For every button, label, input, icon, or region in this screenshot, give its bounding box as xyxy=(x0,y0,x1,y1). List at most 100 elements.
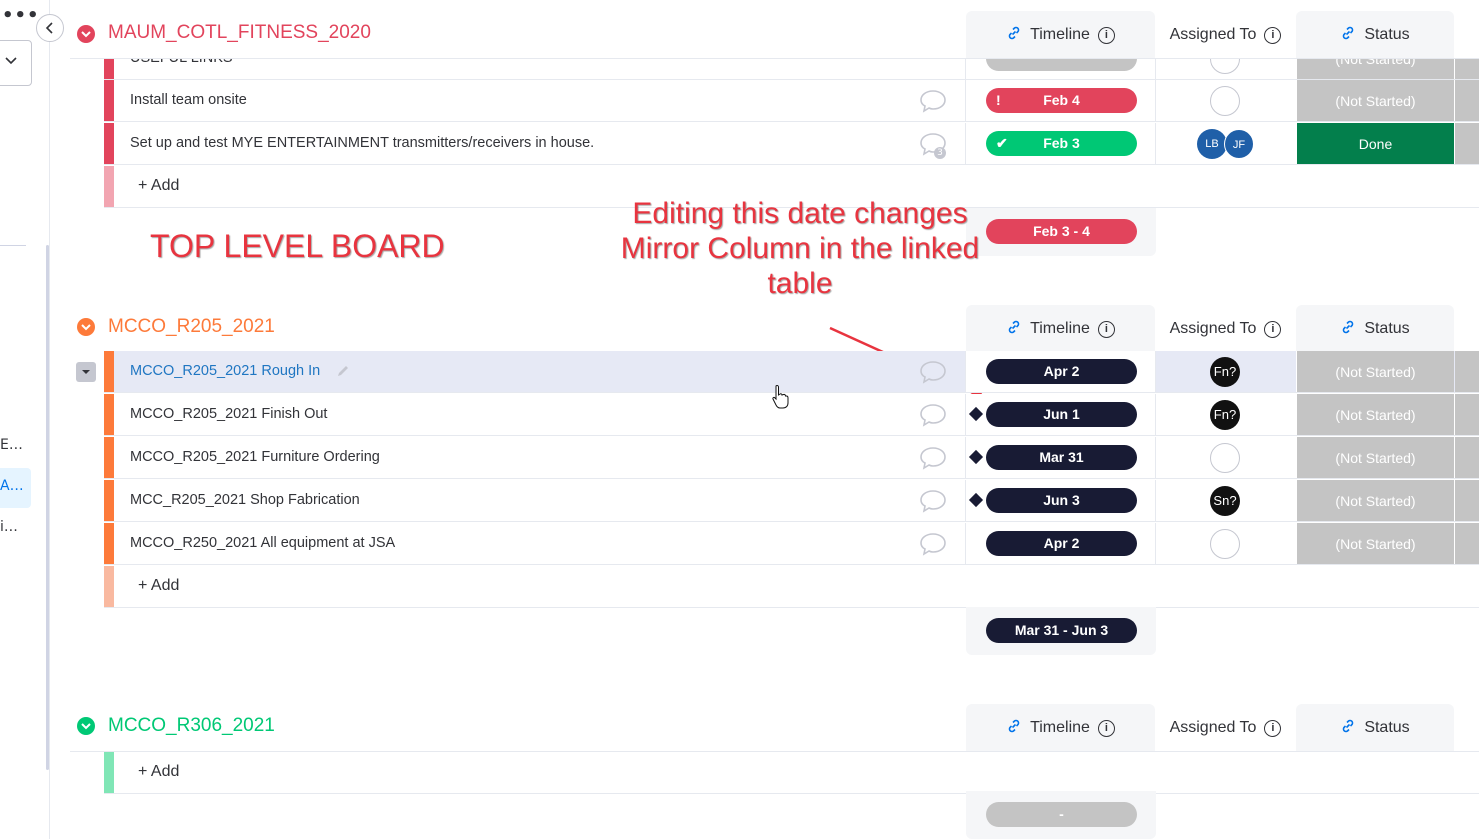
more-options-icon[interactable]: ••• xyxy=(2,5,40,26)
add-item-row[interactable]: + Add xyxy=(104,566,1479,608)
timeline-pill[interactable]: ✔ Feb 3 xyxy=(986,131,1137,156)
info-icon[interactable]: i xyxy=(1264,719,1282,737)
link-icon xyxy=(1006,319,1022,340)
pencil-icon[interactable] xyxy=(336,364,350,378)
status-cell[interactable]: (Not Started) xyxy=(1296,437,1454,478)
column-label: Timeline xyxy=(1030,320,1090,337)
table-row[interactable]: MCCO_R205_2021 Finish Out Jun 1 Fn? (Not… xyxy=(104,394,1479,436)
table-row[interactable]: MCC_R205_2021 Shop Fabrication Jun 3 Sn?… xyxy=(104,480,1479,522)
avatar[interactable]: Fn? xyxy=(1210,400,1240,430)
item-name[interactable]: MCCO_R205_2021 Furniture Ordering xyxy=(130,449,380,465)
assigned-cell[interactable] xyxy=(1155,80,1296,121)
sidebar-scrollbar[interactable] xyxy=(46,245,49,770)
group-toggle-icon[interactable] xyxy=(77,25,95,43)
avatar[interactable]: JF xyxy=(1224,129,1254,159)
timeline-pill[interactable]: Jun 1 xyxy=(986,402,1137,427)
sidebar-item[interactable]: E… xyxy=(0,437,23,453)
timeline-pill[interactable]: Mar 31 xyxy=(986,445,1137,470)
timeline-pill[interactable]: Apr 2 xyxy=(986,359,1137,384)
timeline-cell[interactable]: Jun 1 xyxy=(965,394,1155,435)
expand-subitems-button[interactable] xyxy=(76,362,96,382)
group-title[interactable]: MAUM_COTL_FITNESS_2020 xyxy=(108,22,371,44)
add-item-button[interactable]: + Add xyxy=(138,177,179,195)
group-title[interactable]: MCCO_R205_2021 xyxy=(108,316,275,338)
group-title[interactable]: MCCO_R306_2021 xyxy=(108,715,275,737)
info-icon[interactable]: i xyxy=(1264,320,1282,338)
assigned-cell[interactable]: Fn? xyxy=(1155,394,1296,435)
timeline-cell[interactable]: Mar 31 xyxy=(965,437,1155,478)
avatar[interactable]: Fn? xyxy=(1210,357,1240,387)
header-divider xyxy=(70,58,1479,59)
info-icon[interactable]: i xyxy=(1097,26,1115,44)
assigned-cell[interactable]: Sn? xyxy=(1155,480,1296,521)
status-cell[interactable]: (Not Started) xyxy=(1296,394,1454,435)
assigned-cell[interactable] xyxy=(1155,437,1296,478)
row-color-bar xyxy=(104,566,114,607)
column-header-assigned[interactable]: Assigned To i xyxy=(1156,11,1295,59)
timeline-pill[interactable]: Jun 3 xyxy=(986,488,1137,513)
link-icon xyxy=(1006,718,1022,739)
timeline-pill[interactable]: ! Feb 4 xyxy=(986,88,1137,113)
column-header-timeline[interactable]: Timeline i xyxy=(966,305,1155,353)
timeline-cell[interactable]: Apr 2 xyxy=(965,523,1155,564)
info-icon[interactable]: i xyxy=(1097,320,1115,338)
table-row[interactable]: MCCO_R205_2021 Rough In Apr 2 Fn? (Not S… xyxy=(104,351,1479,393)
comment-icon[interactable] xyxy=(918,446,948,470)
timeline-cell[interactable]: ! Feb 4 xyxy=(965,80,1155,121)
column-header-assigned[interactable]: Assigned To i xyxy=(1156,704,1295,752)
extra-cell xyxy=(1455,437,1479,478)
avatar[interactable]: LB xyxy=(1197,129,1227,159)
table-row[interactable]: Set up and test MYE ENTERTAINMENT transm… xyxy=(104,123,1479,165)
comment-icon[interactable] xyxy=(918,489,948,513)
group-toggle-icon[interactable] xyxy=(77,318,95,336)
group-toggle-icon[interactable] xyxy=(77,717,95,735)
column-header-timeline[interactable]: Timeline i xyxy=(966,11,1155,59)
item-name[interactable]: MCCO_R250_2021 All equipment at JSA xyxy=(130,535,395,551)
column-header-status[interactable]: Status xyxy=(1296,11,1454,59)
item-name[interactable]: Install team onsite xyxy=(130,92,247,108)
add-item-button[interactable]: + Add xyxy=(138,763,179,781)
column-header-status[interactable]: Status xyxy=(1296,704,1454,752)
table-row[interactable]: MCCO_R205_2021 Furniture Ordering Mar 31… xyxy=(104,437,1479,479)
status-cell[interactable]: (Not Started) xyxy=(1296,523,1454,564)
comment-icon[interactable] xyxy=(918,532,948,556)
column-label: Timeline xyxy=(1030,719,1090,736)
info-icon[interactable]: i xyxy=(1097,719,1115,737)
comment-icon[interactable] xyxy=(918,403,948,427)
comment-icon[interactable]: 3 xyxy=(918,132,948,159)
sidebar-divider xyxy=(0,245,26,246)
add-item-button[interactable]: + Add xyxy=(138,577,179,595)
timeline-cell[interactable]: ✔ Feb 3 xyxy=(965,123,1155,164)
item-name[interactable]: Set up and test MYE ENTERTAINMENT transm… xyxy=(130,135,594,151)
timeline-cell[interactable]: Apr 2 xyxy=(965,351,1155,392)
status-cell[interactable]: (Not Started) xyxy=(1296,480,1454,521)
comment-icon[interactable] xyxy=(918,360,948,384)
add-item-row[interactable]: + Add xyxy=(104,752,1479,794)
table-row[interactable]: MCCO_R250_2021 All equipment at JSA Apr … xyxy=(104,523,1479,565)
timeline-cell[interactable]: Jun 3 xyxy=(965,480,1155,521)
sidebar-item[interactable]: i… xyxy=(0,519,18,535)
comment-icon[interactable] xyxy=(918,89,948,113)
assigned-cell[interactable]: Fn? xyxy=(1155,351,1296,392)
timeline-pill[interactable]: Apr 2 xyxy=(986,531,1137,556)
status-cell[interactable]: (Not Started) xyxy=(1296,351,1454,392)
sidebar-item-active[interactable]: A… xyxy=(0,468,31,508)
annotation-top-level: TOP LEVEL BOARD xyxy=(150,228,445,264)
assigned-cell[interactable]: LB JF xyxy=(1155,123,1296,164)
item-name[interactable]: MCCO_R205_2021 Rough In xyxy=(130,363,320,379)
column-header-status[interactable]: Status xyxy=(1296,305,1454,353)
item-name[interactable]: MCC_R205_2021 Shop Fabrication xyxy=(130,492,360,508)
column-header-assigned[interactable]: Assigned To i xyxy=(1156,305,1295,353)
workspace-dropdown[interactable] xyxy=(0,40,32,86)
item-name[interactable]: MCCO_R205_2021 Finish Out xyxy=(130,406,327,422)
row-color-bar xyxy=(104,80,114,121)
link-icon xyxy=(1006,25,1022,46)
table-row[interactable]: Install team onsite ! Feb 4 (Not Started… xyxy=(104,80,1479,122)
column-header-timeline[interactable]: Timeline i xyxy=(966,704,1155,752)
status-cell[interactable]: Done xyxy=(1296,123,1454,164)
info-icon[interactable]: i xyxy=(1264,26,1282,44)
status-cell[interactable]: (Not Started) xyxy=(1296,80,1454,121)
avatar[interactable]: Sn? xyxy=(1210,486,1240,516)
assigned-cell[interactable] xyxy=(1155,523,1296,564)
collapse-sidebar-button[interactable] xyxy=(36,14,64,42)
